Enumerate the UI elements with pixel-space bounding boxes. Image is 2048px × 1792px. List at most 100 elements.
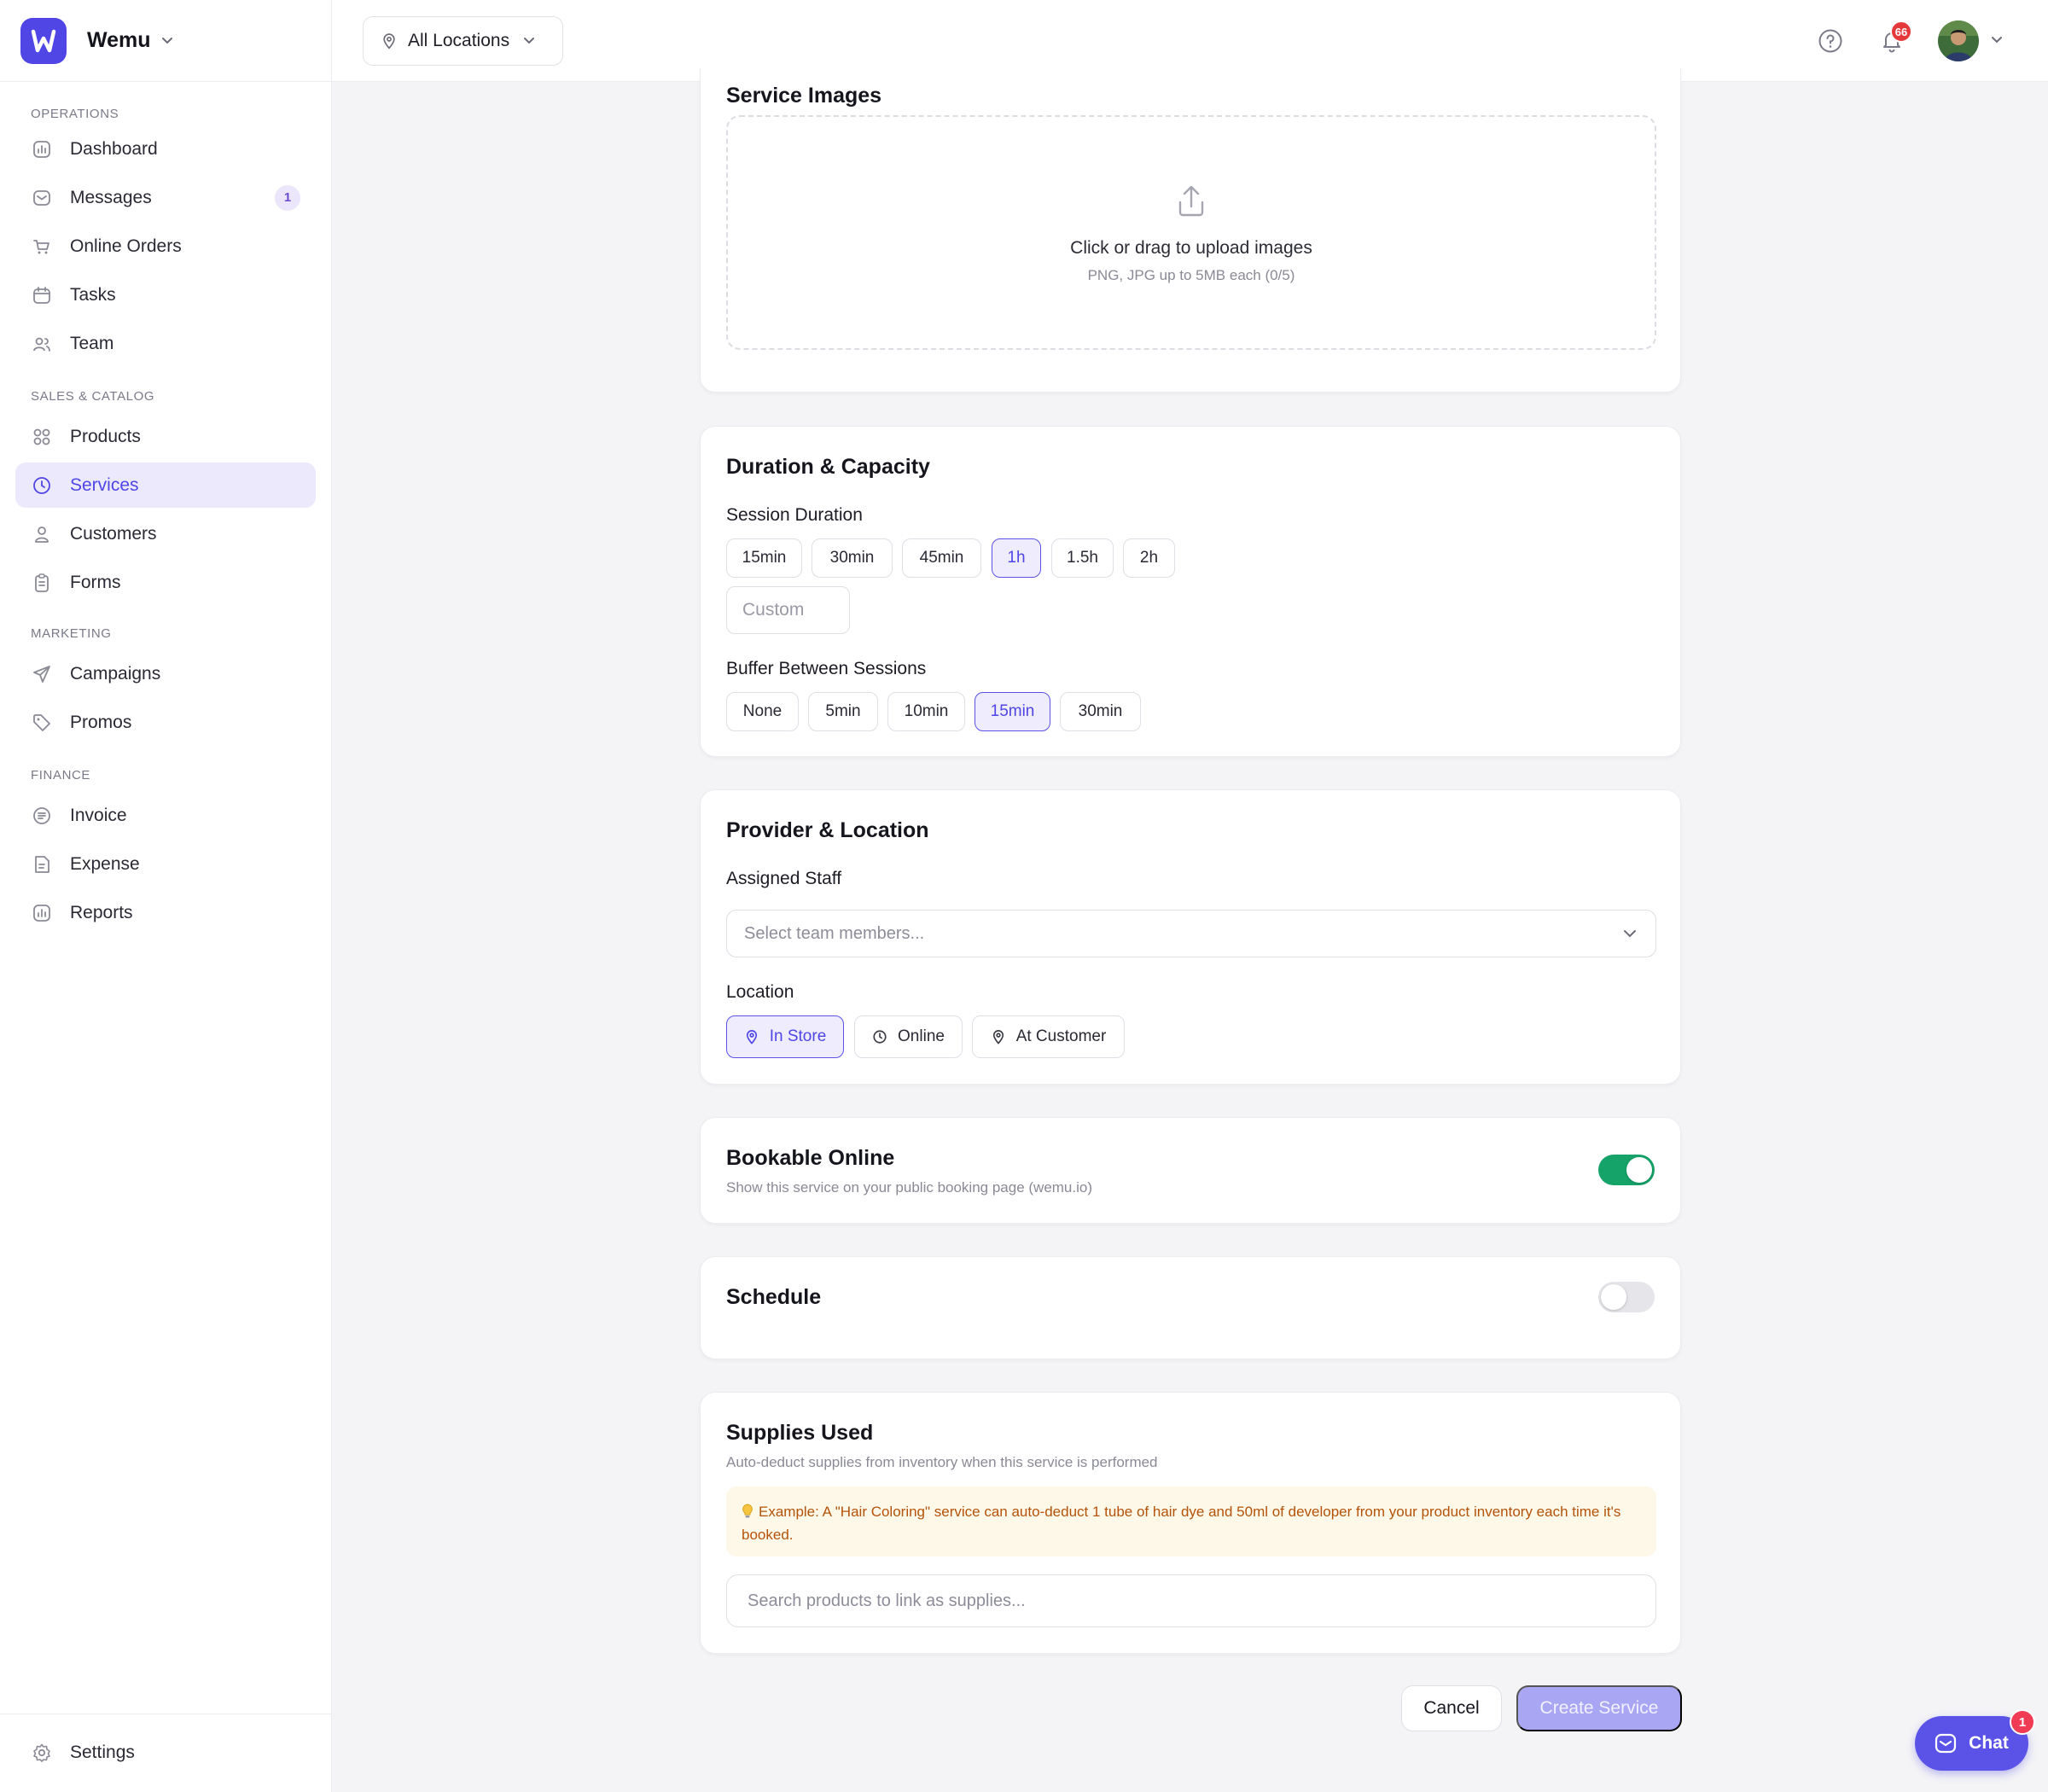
- sidebar-item-campaigns[interactable]: Campaigns: [15, 651, 316, 696]
- brand-switcher[interactable]: Wemu: [0, 0, 331, 82]
- chart-icon: [31, 902, 53, 924]
- sidebar-item-forms[interactable]: Forms: [15, 560, 316, 605]
- sidebar-item-label: Invoice: [70, 805, 127, 825]
- sidebar-item-team[interactable]: Team: [15, 321, 316, 366]
- sidebar-item-messages[interactable]: Messages 1: [15, 175, 316, 220]
- sidebar-item-label: Customers: [70, 523, 157, 544]
- duration-option-2h[interactable]: 2h: [1123, 538, 1175, 578]
- sidebar-item-label: Promos: [70, 712, 132, 732]
- clipboard-icon: [31, 572, 53, 594]
- lightbulb-icon: [742, 1504, 753, 1525]
- gear-icon: [31, 1742, 53, 1764]
- schedule-card: Schedule: [700, 1256, 1681, 1359]
- sidebar-item-customers[interactable]: Customers: [15, 511, 316, 556]
- buffer-option-15min[interactable]: 15min: [975, 692, 1050, 731]
- chevron-down-icon[interactable]: [1989, 32, 2004, 48]
- sidebar-item-online-orders[interactable]: Online Orders: [15, 224, 316, 269]
- avatar[interactable]: [1938, 20, 1979, 61]
- sidebar-item-label: Campaigns: [70, 663, 161, 684]
- location-option-online[interactable]: Online: [854, 1015, 963, 1058]
- sidebar-item-tasks[interactable]: Tasks: [15, 272, 316, 317]
- unread-badge: 1: [275, 184, 300, 211]
- notification-count-badge: 66: [1890, 20, 1912, 43]
- card-title: Supplies Used: [726, 1421, 874, 1445]
- sidebar-item-label: Tasks: [70, 284, 116, 305]
- image-upload-dropzone[interactable]: Click or drag to upload images PNG, JPG …: [726, 115, 1656, 350]
- buffer-option-10min[interactable]: 10min: [887, 692, 965, 731]
- buffer-label: Buffer Between Sessions: [726, 659, 927, 678]
- sidebar-item-reports[interactable]: Reports: [15, 890, 316, 935]
- cancel-button[interactable]: Cancel: [1401, 1685, 1502, 1731]
- receipt-icon: [31, 853, 53, 876]
- card-title: Schedule: [726, 1285, 822, 1309]
- chat-label: Chat: [1969, 1733, 2009, 1753]
- buffer-option-30min[interactable]: 30min: [1060, 692, 1141, 731]
- supplies-search-placeholder: Search products to link as supplies...: [748, 1591, 1026, 1610]
- sidebar-item-products[interactable]: Products: [15, 414, 316, 459]
- section-label-sales-catalog: SALES & CATALOG: [31, 389, 155, 404]
- supplies-tip-text: Example: A "Hair Coloring" service can a…: [742, 1504, 1621, 1543]
- send-icon: [31, 663, 53, 685]
- wemu-logo: [20, 17, 67, 64]
- location-select[interactable]: All Locations: [363, 16, 563, 66]
- sidebar-item-label: Dashboard: [70, 138, 158, 159]
- card-title: Bookable Online: [726, 1146, 895, 1170]
- bookable-online-toggle[interactable]: [1598, 1155, 1655, 1185]
- chat-button[interactable]: Chat 1: [1915, 1709, 2035, 1771]
- duration-option-30min[interactable]: 30min: [812, 538, 893, 578]
- location-option-at-customer[interactable]: At Customer: [972, 1015, 1125, 1058]
- location-option-label: Online: [898, 1027, 945, 1045]
- chevron-down-icon: [160, 33, 175, 49]
- card-title: Service Images: [726, 84, 882, 108]
- tag-icon: [31, 712, 53, 734]
- supplies-search-input[interactable]: Search products to link as supplies...: [726, 1574, 1656, 1627]
- supplies-description: Auto-deduct supplies from inventory when…: [726, 1454, 1158, 1470]
- duration-option-45min[interactable]: 45min: [902, 538, 981, 578]
- session-duration-label: Session Duration: [726, 505, 863, 525]
- card-title: Duration & Capacity: [726, 455, 930, 479]
- sidebar-item-invoice[interactable]: Invoice: [15, 793, 316, 838]
- sidebar-item-label: Expense: [70, 853, 140, 874]
- users-icon: [31, 333, 53, 355]
- chevron-down-icon: [521, 33, 537, 49]
- sidebar-item-label: Settings: [70, 1742, 135, 1762]
- calendar-icon: [31, 284, 53, 306]
- sidebar-nav: OPERATIONS Dashboard Messages 1 Online O…: [0, 82, 331, 935]
- sidebar-item-settings[interactable]: Settings: [15, 1730, 316, 1775]
- sidebar-item-label: Team: [70, 333, 114, 353]
- chart-icon: [31, 138, 53, 160]
- custom-duration-input[interactable]: Custom: [726, 586, 850, 634]
- sidebar-item-expense[interactable]: Expense: [15, 841, 316, 887]
- buffer-option-5min[interactable]: 5min: [808, 692, 878, 731]
- buffer-option-none[interactable]: None: [726, 692, 799, 731]
- help-icon[interactable]: [1813, 24, 1847, 58]
- toggle-knob: [1626, 1157, 1652, 1183]
- schedule-toggle[interactable]: [1598, 1282, 1655, 1312]
- chat-icon: [1935, 1732, 1957, 1754]
- sidebar-item-label: Services: [70, 474, 139, 495]
- staff-select[interactable]: Select team members...: [726, 910, 1656, 957]
- section-label-finance: FINANCE: [31, 768, 91, 783]
- sidebar-item-label: Forms: [70, 572, 121, 592]
- upload-icon: [1172, 182, 1211, 221]
- sidebar-item-label: Reports: [70, 902, 133, 922]
- supplies-tip: Example: A "Hair Coloring" service can a…: [726, 1487, 1656, 1556]
- sidebar: Wemu OPERATIONS Dashboard Messages 1 Onl…: [0, 0, 332, 1792]
- map-pin-icon: [381, 32, 398, 49]
- sidebar-item-services[interactable]: Services: [15, 463, 316, 508]
- sidebar-item-dashboard[interactable]: Dashboard: [15, 126, 316, 172]
- create-service-button[interactable]: Create Service: [1516, 1685, 1682, 1731]
- sidebar-footer: Settings: [0, 1713, 331, 1792]
- location-option-in-store[interactable]: In Store: [726, 1015, 844, 1058]
- staff-select-placeholder: Select team members...: [744, 923, 925, 943]
- assigned-staff-label: Assigned Staff: [726, 869, 842, 888]
- duration-option-1h[interactable]: 1h: [992, 538, 1041, 578]
- sidebar-item-promos[interactable]: Promos: [15, 700, 316, 745]
- map-pin-icon: [991, 1029, 1006, 1044]
- clock-icon: [31, 474, 53, 497]
- notification-bell[interactable]: 66: [1875, 20, 1912, 58]
- duration-option-15min[interactable]: 15min: [726, 538, 802, 578]
- duration-option-1-5h[interactable]: 1.5h: [1051, 538, 1114, 578]
- card-title: Provider & Location: [726, 818, 929, 842]
- bookable-description: Show this service on your public booking…: [726, 1179, 1093, 1196]
